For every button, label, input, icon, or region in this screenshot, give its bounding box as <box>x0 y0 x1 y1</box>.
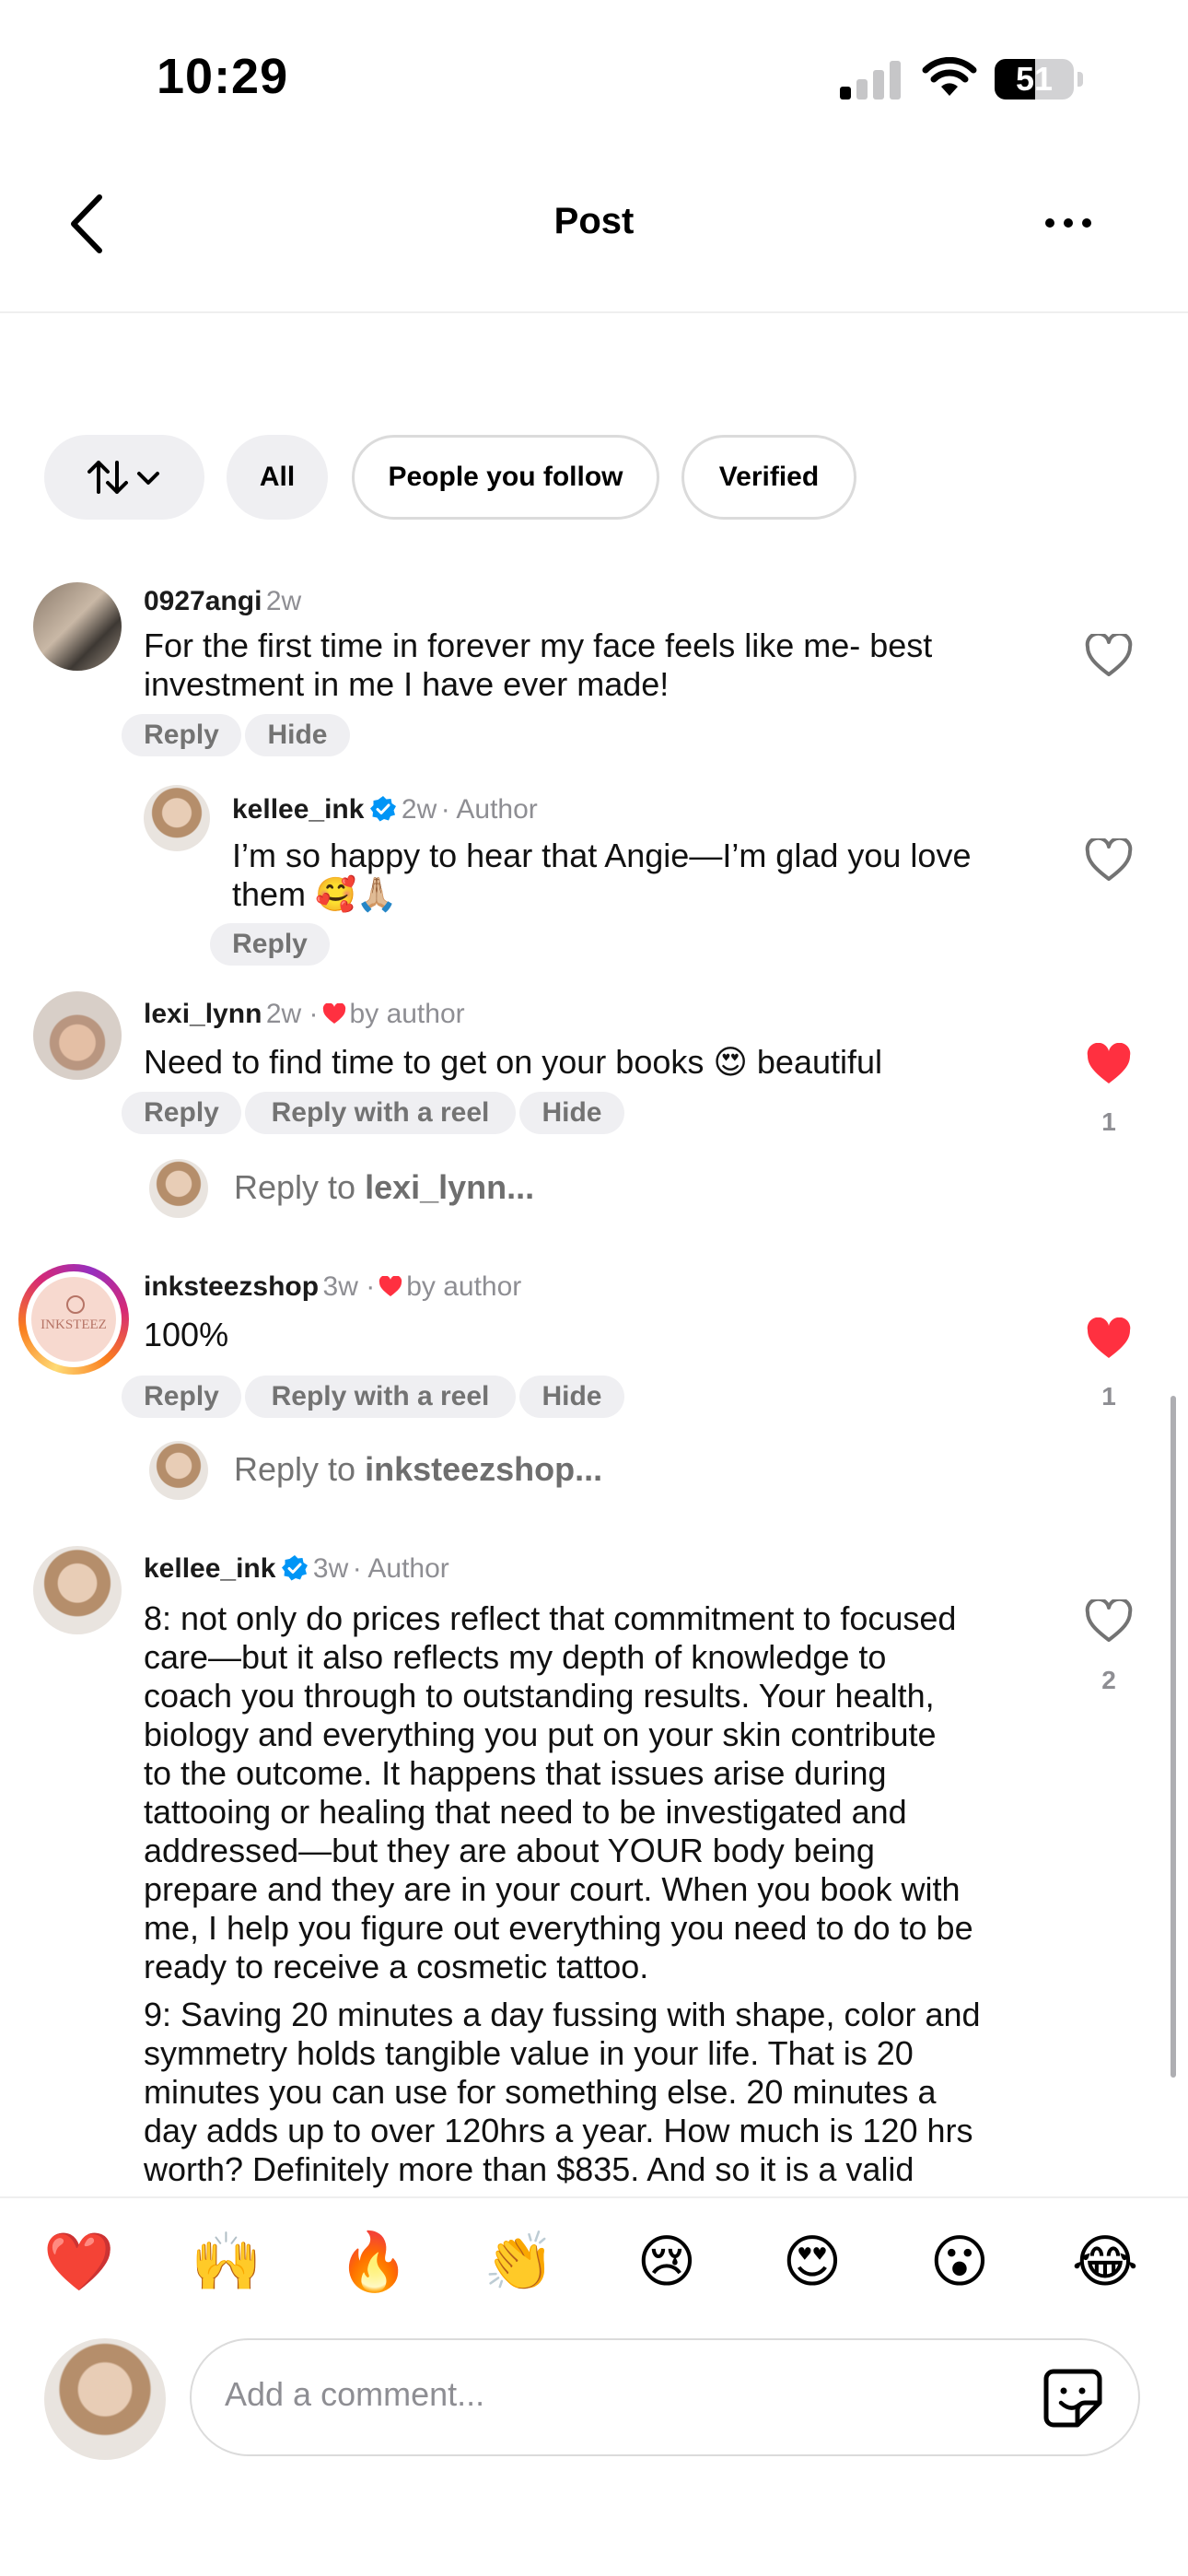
author-liked-heart-icon <box>322 1003 345 1024</box>
emoji-surprised[interactable]: 😮 <box>923 2231 996 2294</box>
by-author-label: by author <box>406 1271 522 1302</box>
comment-time: 2w <box>401 794 437 825</box>
emoji-fire[interactable]: 🔥 <box>337 2231 411 2294</box>
battery-icon: 51 <box>995 59 1083 100</box>
comment-text: For the first time in forever my face fe… <box>144 626 933 703</box>
reply-button[interactable]: Reply <box>122 714 241 756</box>
like-heart-icon[interactable] <box>1085 634 1133 678</box>
comment-header: 0927angi 2w <box>144 586 301 617</box>
emoji-clap[interactable]: 👏 <box>483 2231 556 2294</box>
like-heart-icon[interactable] <box>1085 838 1133 883</box>
comment-username[interactable]: 0927angi <box>144 586 262 616</box>
avatar <box>44 2338 166 2460</box>
emoji-laughing[interactable]: 😂 <box>1068 2231 1142 2294</box>
header-divider <box>0 311 1188 313</box>
comment-username[interactable]: lexi_lynn <box>144 999 262 1029</box>
like-heart-icon[interactable] <box>1085 1043 1133 1087</box>
comment-text: 100% <box>144 1316 229 1353</box>
reply-to-prompt[interactable]: Reply to lexi_lynn... <box>234 1168 534 1207</box>
avatar[interactable] <box>33 582 122 671</box>
hide-button[interactable]: Hide <box>519 1376 624 1418</box>
avatar[interactable]: INKSTEEZ <box>31 1277 116 1362</box>
comment-username[interactable]: inksteezshop <box>144 1271 319 1302</box>
comment-text: Need to find time to get on your books 😍… <box>144 1043 883 1081</box>
comment-text: I’m so happy to hear that Angie—I’m glad… <box>232 837 972 913</box>
filter-all[interactable]: All <box>227 435 328 520</box>
comment-text: 9: Saving 20 minutes a day fussing with … <box>144 1996 981 2188</box>
comment-time: 2w · <box>265 999 319 1029</box>
verified-badge-icon <box>370 796 397 822</box>
composer-divider <box>0 2196 1188 2198</box>
reply-button[interactable]: Reply <box>122 1092 241 1134</box>
comment-header: kellee_ink 3w · Author <box>144 1553 449 1585</box>
comment-input-placeholder: Add a comment... <box>225 2375 485 2413</box>
comment-time: 2w <box>265 586 302 616</box>
filter-people-you-follow[interactable]: People you follow <box>352 435 659 520</box>
author-liked-heart-icon <box>379 1276 402 1296</box>
avatar[interactable] <box>33 1546 122 1634</box>
emoji-heart[interactable]: ❤️ <box>42 2231 116 2294</box>
comment-time: 3w · <box>322 1271 376 1302</box>
avatar <box>149 1441 208 1500</box>
filter-verified[interactable]: Verified <box>681 435 856 520</box>
reply-to-prompt[interactable]: Reply to inksteezshop... <box>234 1450 602 1489</box>
reply-with-reel-button[interactable]: Reply with a reel <box>245 1092 516 1134</box>
cellular-signal-icon <box>840 61 903 100</box>
emoji-crying[interactable]: 😢 <box>630 2231 704 2294</box>
comment-text: 8: not only do prices reflect that commi… <box>144 1599 973 1985</box>
comment-header: kellee_ink 2w · Author <box>232 794 538 825</box>
comment-header: inksteezshop 3w · by author <box>144 1271 521 1303</box>
like-heart-icon[interactable] <box>1085 1599 1133 1644</box>
avatar <box>149 1159 208 1218</box>
reply-with-reel-button[interactable]: Reply with a reel <box>245 1376 516 1418</box>
scrollbar[interactable] <box>1171 1396 1176 2078</box>
sort-button[interactable] <box>44 435 204 520</box>
like-count: 2 <box>1101 1666 1116 1694</box>
sort-arrows-icon <box>87 461 159 494</box>
by-author-label: by author <box>349 999 465 1029</box>
verified-badge-icon <box>282 1555 309 1581</box>
like-count: 1 <box>1101 1107 1116 1136</box>
more-options-icon[interactable] <box>1041 212 1096 234</box>
author-label: · Author <box>352 1553 449 1584</box>
author-label: · Author <box>440 794 538 825</box>
avatar[interactable] <box>33 991 122 1080</box>
reply-button[interactable]: Reply <box>122 1376 241 1418</box>
hide-button[interactable]: Hide <box>245 714 350 756</box>
comment-time: 3w <box>312 1553 349 1584</box>
status-time: 10:29 <box>157 49 289 104</box>
reply-button[interactable]: Reply <box>210 923 330 966</box>
comment-username[interactable]: kellee_ink <box>144 1553 275 1584</box>
emoji-raised-hands[interactable]: 🙌 <box>190 2231 263 2294</box>
wifi-icon <box>922 57 977 96</box>
avatar[interactable] <box>144 785 210 851</box>
comment-username[interactable]: kellee_ink <box>232 794 364 825</box>
like-heart-icon[interactable] <box>1085 1317 1133 1362</box>
battery-level: 51 <box>1015 60 1054 98</box>
hide-button[interactable]: Hide <box>519 1092 624 1134</box>
page-title: Post <box>553 201 635 241</box>
sticker-icon[interactable] <box>1041 2366 1105 2430</box>
emoji-heart-eyes[interactable]: 😍 <box>775 2231 849 2294</box>
comment-header: lexi_lynn 2w · by author <box>144 999 465 1030</box>
like-count: 1 <box>1101 1382 1116 1411</box>
